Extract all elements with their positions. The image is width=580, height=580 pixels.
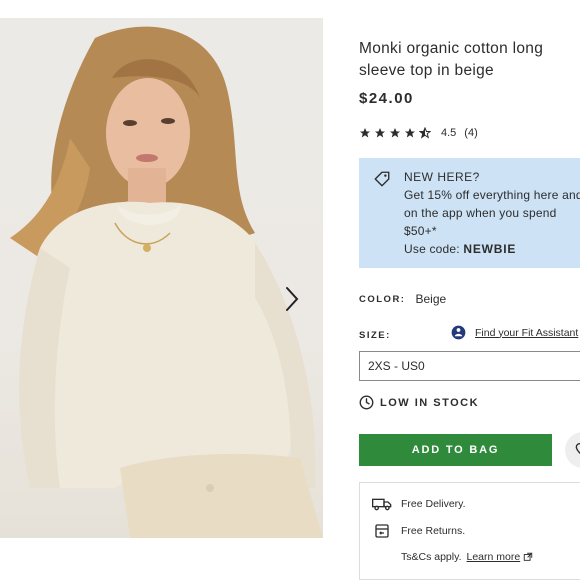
size-selected-value: 2XS - US0 <box>368 359 425 373</box>
rating-value: 4.5 <box>441 127 457 139</box>
promo-text: NEW HERE? Get 15% off everything here an… <box>404 168 580 258</box>
size-select[interactable]: 2XS - US0 <box>359 351 580 381</box>
promo-headline: NEW HERE? <box>404 170 480 184</box>
star-icon <box>375 128 385 138</box>
next-image-button[interactable] <box>284 286 312 320</box>
returns-icon <box>372 523 392 539</box>
truck-icon <box>372 497 392 511</box>
stock-status: LOW IN STOCK <box>359 395 479 410</box>
promo-code-line: Use code: NEWBIE <box>404 240 580 258</box>
product-details: Monki organic cotton long sleeve top in … <box>359 0 580 580</box>
free-returns-row: Free Returns. <box>372 523 465 539</box>
free-delivery-row: Free Delivery. <box>372 497 466 511</box>
review-count[interactable]: (4) <box>464 127 477 139</box>
add-to-bag-button[interactable]: ADD TO BAG <box>359 434 552 466</box>
color-value: Beige <box>415 292 447 306</box>
promo-line-1: Get 15% off everything here and <box>404 188 580 202</box>
product-price: $24.00 <box>359 90 414 107</box>
tag-icon <box>374 171 390 187</box>
save-for-later-button[interactable] <box>565 432 580 468</box>
heart-icon <box>575 442 580 455</box>
promo-line-3: $50+* <box>404 224 437 238</box>
promo-code: NEWBIE <box>463 242 517 256</box>
free-returns-text: Free Returns. <box>401 525 466 537</box>
stock-label: LOW IN STOCK <box>380 396 480 409</box>
color-label: COLOR: <box>359 293 406 305</box>
promo-line-2: on the app when you spend <box>404 206 557 220</box>
chevron-right-icon <box>286 287 299 311</box>
half-star-icon <box>419 127 431 139</box>
star-icon <box>360 128 370 138</box>
rating[interactable]: 4.5 (4) <box>359 124 486 142</box>
learn-more-link[interactable]: Learn more <box>467 551 521 563</box>
fit-assistant-label: Find your Fit Assistant <box>475 326 579 339</box>
clock-icon <box>359 395 374 410</box>
star-icon <box>390 128 400 138</box>
new-customer-promo: NEW HERE? Get 15% off everything here an… <box>359 158 580 268</box>
promo-code-prefix: Use code: <box>404 242 460 256</box>
product-image[interactable] <box>0 18 323 538</box>
external-link-icon <box>523 552 533 561</box>
model-photo-illustration <box>10 26 323 538</box>
product-title: Monki organic cotton long sleeve top in … <box>359 40 544 79</box>
terms-text: Ts&Cs apply. <box>401 551 462 563</box>
star-rating <box>359 127 431 139</box>
fit-assistant-icon <box>451 325 466 340</box>
delivery-info-box: Free Delivery. Free Returns. Ts&Cs apply… <box>359 482 580 580</box>
fit-assistant-link[interactable]: Find your Fit Assistant <box>451 325 578 340</box>
color-row: COLOR: Beige <box>359 292 446 306</box>
terms-row: Ts&Cs apply. Learn more <box>401 551 533 563</box>
free-delivery-text: Free Delivery. <box>401 498 466 510</box>
size-label: SIZE: <box>359 330 391 341</box>
star-icon <box>405 128 415 138</box>
